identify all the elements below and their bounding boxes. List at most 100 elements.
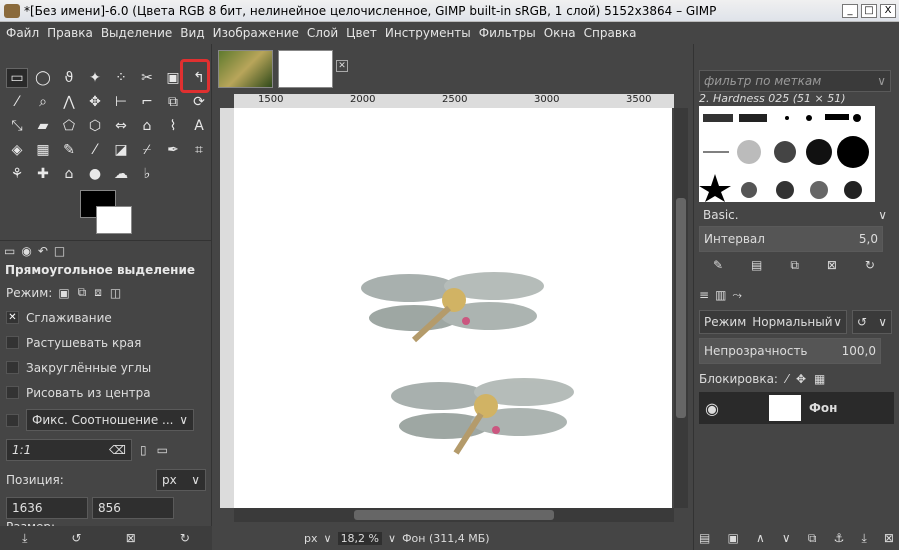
fixed-select[interactable]: Фикс. Соотношение ... ∨ [26,409,194,431]
heal-icon[interactable]: ✚ [32,164,54,184]
menu-view[interactable]: Вид [180,26,204,40]
warp-icon[interactable]: ⌇ [162,116,184,136]
minimize-button[interactable]: _ [842,3,858,18]
center-row[interactable]: Рисовать из центра [0,380,212,405]
align-icon[interactable]: ⊢ [110,92,132,112]
image-canvas[interactable] [234,108,672,508]
menu-color[interactable]: Цвет [346,26,377,40]
unit-select[interactable]: px [304,532,318,545]
pos-y-field[interactable]: 856 [92,497,174,519]
tool-options-tab-icon[interactable]: ▭ [4,244,15,258]
scroll-thumb[interactable] [676,198,686,418]
eye-icon[interactable]: ◉ [705,399,719,418]
merge-icon[interactable]: ⤓ [861,531,866,546]
lasso-icon[interactable]: ϑ [58,68,80,88]
menu-windows[interactable]: Окна [544,26,576,40]
cage-icon[interactable]: ⌂ [136,116,158,136]
ink-icon[interactable]: ✒ [162,140,184,160]
clear-icon[interactable]: ⌫ [109,443,126,457]
feather-row[interactable]: Растушевать края [0,330,212,355]
new-brush-icon[interactable]: ▤ [751,258,762,273]
maximize-button[interactable]: □ [861,3,877,18]
duplicate-layer-icon[interactable]: ⧉ [808,531,817,546]
menu-edit[interactable]: Правка [47,26,93,40]
menu-help[interactable]: Справка [584,26,637,40]
perspective-icon[interactable]: ⬠ [58,116,80,136]
menu-file[interactable]: Файл [6,26,39,40]
menu-tools[interactable]: Инструменты [385,26,471,40]
close-button[interactable]: X [880,3,896,18]
mode-replace-icon[interactable]: ▣ [58,286,69,300]
ellipse-select-icon[interactable]: ◯ [32,68,54,88]
shear-icon[interactable]: ▰ [32,116,54,136]
scissors-icon[interactable]: ✂ [136,68,158,88]
composite-mode-select[interactable]: ↺ ∨ [852,310,892,334]
select-by-color-icon[interactable]: ⁘ [110,68,132,88]
reset-icon[interactable]: ↻ [180,531,190,545]
bucket-fill-icon[interactable]: ◈ [6,140,28,160]
mode-subtract-icon[interactable]: ⧈ [94,285,102,300]
edit-brush-icon[interactable]: ✎ [713,258,723,273]
smudge-icon[interactable]: ☁ [110,164,132,184]
scroll-thumb[interactable] [354,510,554,520]
rotate-icon[interactable]: ⟳ [188,92,210,112]
menu-image[interactable]: Изображение [213,26,299,40]
feather-checkbox[interactable] [6,336,19,349]
anchor-icon[interactable]: ⚓ [834,531,845,546]
text-icon[interactable]: A [188,116,210,136]
menu-filters[interactable]: Фильтры [479,26,536,40]
lock-pixels-icon[interactable]: ⁄ [786,372,788,386]
rect-select-icon[interactable]: ▭ [6,68,28,88]
vertical-scrollbar[interactable] [674,108,688,508]
dodge-burn-icon[interactable]: ♭ [136,164,158,184]
unit-select[interactable]: px ∨ [156,469,206,491]
spacing-field[interactable]: Интервал 5,0 [699,226,883,252]
move-icon[interactable]: ✥ [84,92,106,112]
pencil-icon[interactable]: ✎ [58,140,80,160]
device-status-tab-icon[interactable]: ◉ [21,244,31,258]
center-checkbox[interactable] [6,386,19,399]
images-tab-icon[interactable]: □ [54,244,65,258]
mode-add-icon[interactable]: ⧉ [78,285,87,300]
clone-icon[interactable]: ⚘ [6,164,28,184]
flip-icon[interactable]: ⇔ [110,116,132,136]
ratio-field[interactable]: 1:1 ⌫ [6,439,132,461]
color-picker-icon[interactable]: ⁄ [6,92,28,112]
restore-icon[interactable]: ↺ [72,531,82,545]
antialias-checkbox[interactable]: ✕ [6,311,19,324]
paintbrush-icon[interactable]: ⁄ [84,140,106,160]
layer-mode-select[interactable]: Режим Нормальный ∨ [699,310,847,334]
crop-icon[interactable]: ⌐ [136,92,158,112]
mode-intersect-icon[interactable]: ◫ [110,286,121,300]
unified-transform-icon[interactable]: ⧉ [162,92,184,112]
refresh-brush-icon[interactable]: ↻ [865,258,875,273]
pos-x-field[interactable]: 1636 [6,497,88,519]
eraser-icon[interactable]: ◪ [110,140,132,160]
new-layer-icon[interactable]: ▤ [699,531,710,546]
perspective-clone-icon[interactable]: ⌂ [58,164,80,184]
delete-brush-icon[interactable]: ⊠ [827,258,837,273]
undo-history-tab-icon[interactable]: ↶ [38,244,48,258]
delete-layer-icon[interactable]: ⊠ [884,531,894,546]
background-color[interactable] [96,206,132,234]
menu-layer[interactable]: Слой [307,26,338,40]
brush-grid[interactable] [699,106,875,202]
horizontal-scrollbar[interactable] [234,508,674,522]
brush-filter-input[interactable]: фильтр по меткам ∨ [699,70,891,92]
3d-transform-icon[interactable]: ⬡ [84,116,106,136]
menu-select[interactable]: Выделение [101,26,172,40]
airbrush-icon[interactable]: ⌿ [136,140,158,160]
blur-icon[interactable]: ● [84,164,106,184]
gradient-icon[interactable]: ▦ [32,140,54,160]
magic-wand-icon[interactable]: ✦ [84,68,106,88]
new-group-icon[interactable]: ▣ [727,531,738,546]
antialias-row[interactable]: ✕ Сглаживание [0,305,212,330]
paths-tab-icon[interactable]: ⤳ [732,288,742,303]
lock-position-icon[interactable]: ✥ [796,372,806,386]
image-thumb-1[interactable] [218,50,273,88]
fixed-checkbox[interactable] [6,413,19,427]
layers-tab-icon[interactable]: ≡ [699,288,709,303]
zoom-icon[interactable]: ⌕ [32,92,54,112]
lower-icon[interactable]: ∨ [782,531,791,546]
brush-set-select[interactable]: Basic. ∨ [699,204,891,226]
